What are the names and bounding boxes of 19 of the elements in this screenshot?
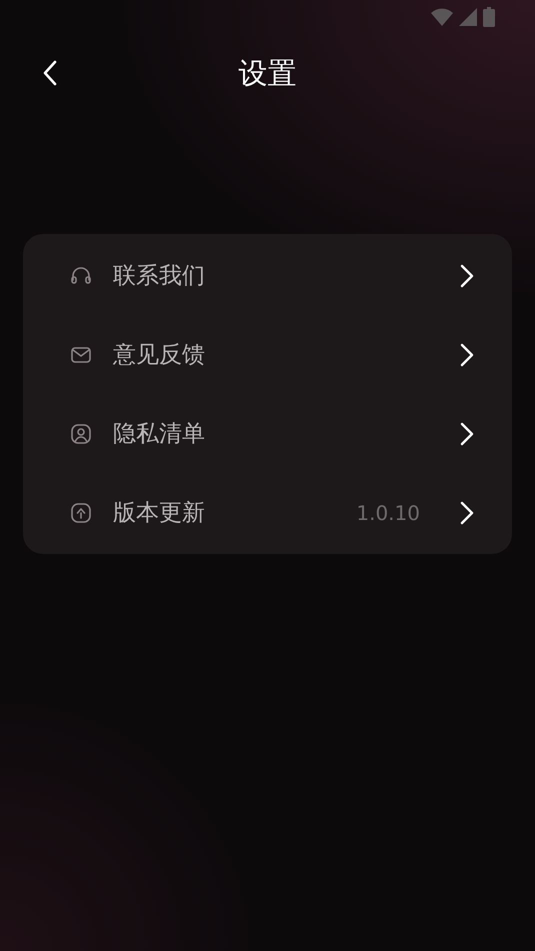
settings-item[interactable]: 意见反馈: [23, 315, 512, 394]
chevron-icon: [460, 264, 474, 288]
item-label: 隐私清单: [113, 420, 206, 449]
settings-item[interactable]: 版本更新 1.0.10: [23, 473, 512, 552]
upload-icon: [69, 500, 93, 524]
signal-icon: [459, 8, 477, 26]
wifi-icon: [431, 8, 453, 26]
page-title: 设置: [238, 55, 296, 92]
settings-item[interactable]: 联系我们: [23, 236, 512, 315]
item-label: 意见反馈: [113, 341, 206, 370]
chevron-icon: [460, 500, 474, 524]
settings-item[interactable]: 隐私清单: [23, 394, 512, 473]
version-number: 1.0.10: [356, 500, 420, 524]
chevron-icon: [460, 342, 474, 366]
battery-icon: [483, 7, 495, 27]
user-icon: [69, 422, 93, 446]
chevron-icon: [460, 422, 474, 446]
item-label: 版本更新: [113, 499, 206, 528]
item-label: 联系我们: [113, 262, 206, 291]
